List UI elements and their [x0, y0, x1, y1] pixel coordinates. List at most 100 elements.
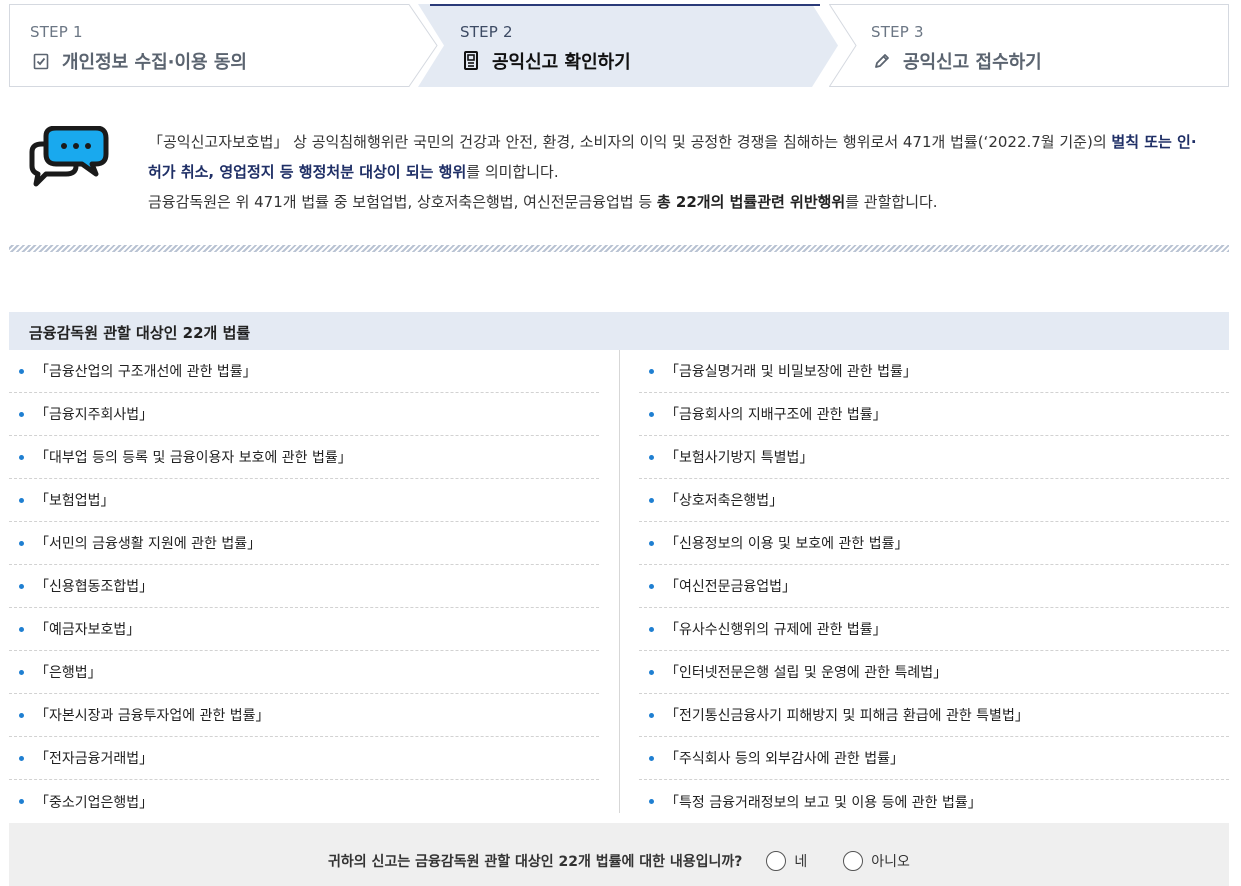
bullet-icon	[649, 712, 654, 718]
law-name: 「금융회사의 지배구조에 관한 법률」	[665, 407, 887, 423]
step-2-title-row: 공익신고 확인하기	[460, 48, 631, 74]
list-item: 「전기통신금융사기 피해방지 및 피해금 환급에 관한 특별법」	[639, 694, 1229, 737]
step-3: STEP 3 공익신고 접수하기	[829, 4, 1229, 87]
step-1-title: 개인정보 수집·이용 동의	[62, 52, 247, 73]
law-name: 「보험사기방지 특별법」	[665, 450, 814, 466]
bullet-icon	[649, 411, 654, 417]
intro-p2-text: 금융감독원은 위 471개 법률 중 보험업법, 상호저축은행법, 여신전문금융…	[148, 193, 657, 211]
list-item: 「여신전문금융업법」	[639, 565, 1229, 608]
list-item: 「보험사기방지 특별법」	[639, 436, 1229, 479]
hatched-divider	[9, 245, 1229, 252]
intro-p2-end: 를 관할합니다.	[845, 193, 938, 211]
step-1-title-row: 개인정보 수집·이용 동의	[30, 48, 247, 74]
law-name: 「중소기업은행법」	[35, 794, 154, 811]
law-name: 「특정 금융거래정보의 보고 및 이용 등에 관한 법률」	[665, 794, 982, 811]
list-item: 「특정 금융거래정보의 보고 및 이용 등에 관한 법률」	[639, 780, 1229, 823]
list-item: 「서민의 금융생활 지원에 관한 법률」	[9, 522, 599, 565]
bullet-icon	[649, 454, 654, 460]
chat-bubbles-icon	[26, 125, 110, 190]
step-2-background	[418, 4, 838, 87]
radio-no[interactable]: 아니오	[843, 851, 910, 871]
step-1: STEP 1 개인정보 수집·이용 동의	[9, 4, 439, 87]
step-1-background	[9, 4, 438, 87]
step-3-title: 공익신고 접수하기	[903, 52, 1042, 73]
checkbox-icon	[30, 50, 52, 72]
law-name: 「은행법」	[35, 665, 102, 681]
law-name: 「대부업 등의 등록 및 금융이용자 보호에 관한 법률」	[35, 450, 352, 466]
law-name: 「전기통신금융사기 피해방지 및 피해금 환급에 관한 특별법」	[665, 708, 1029, 724]
law-name: 「금융지주회사법」	[35, 407, 154, 423]
step-2-number: STEP 2	[460, 23, 513, 41]
law-name: 「상호저축은행법」	[665, 493, 784, 509]
bullet-icon	[649, 540, 654, 546]
list-item: 「신용정보의 이용 및 보호에 관한 법률」	[639, 522, 1229, 565]
step-2-title: 공익신고 확인하기	[492, 52, 631, 73]
step-1-number: STEP 1	[30, 23, 83, 41]
step-3-number: STEP 3	[871, 23, 924, 41]
law-name: 「자본시장과 금융투자업에 관한 법률」	[35, 708, 270, 724]
list-item: 「금융실명거래 및 비밀보장에 관한 법률」	[639, 350, 1229, 393]
intro-paragraph-2: 금융감독원은 위 471개 법률 중 보험업법, 상호저축은행법, 여신전문금융…	[148, 187, 1208, 217]
list-item: 「상호저축은행법」	[639, 479, 1229, 522]
list-item: 「신용협동조합법」	[9, 565, 599, 608]
bullet-icon	[649, 626, 654, 632]
list-item: 「자본시장과 금융투자업에 관한 법률」	[9, 694, 599, 737]
law-name: 「여신전문금융업법」	[665, 579, 797, 595]
list-item: 「예금자보호법」	[9, 608, 599, 651]
law-name: 「신용정보의 이용 및 보호에 관한 법률」	[665, 536, 909, 552]
pencil-icon	[871, 50, 893, 72]
law-name: 「주식회사 등의 외부감사에 관한 법률」	[665, 751, 904, 767]
radio-yes[interactable]: 네	[766, 851, 807, 871]
law-name: 「전자금융거래법」	[35, 751, 154, 767]
question-bar: 귀하의 신고는 금융감독원 관할 대상인 22개 법률에 대한 내용입니까? 네…	[9, 823, 1229, 886]
law-list-left: 「금융산업의 구조개선에 관한 법률」 「금융지주회사법」「대부업 등의 등록 및…	[9, 350, 599, 823]
bullet-icon	[19, 755, 24, 761]
radio-no-circle[interactable]	[843, 851, 864, 871]
radio-no-label: 아니오	[871, 854, 910, 870]
bullet-icon	[19, 454, 24, 460]
list-item: 「대부업 등의 등록 및 금융이용자 보호에 관한 법률」	[9, 436, 599, 479]
list-item: 「은행법」	[9, 651, 599, 694]
law-name: 「유사수신행위의 규제에 관한 법률」	[665, 622, 887, 638]
step-2: STEP 2 공익신고 확인하기	[418, 4, 838, 87]
bullet-icon	[19, 626, 24, 632]
intro-p1-text: 「공익신고자보호법」 상 공익침해행위란 국민의 건강과 안전, 환경, 소비자…	[148, 133, 1112, 151]
bullet-icon	[19, 712, 24, 718]
law-name: 「인터넷전문은행 설립 및 운영에 관한 특례법」	[665, 665, 948, 681]
bullet-icon	[649, 497, 654, 503]
bullet-icon	[19, 799, 24, 804]
bullet-icon	[649, 799, 654, 804]
law-name: 「보험업법」	[35, 493, 115, 509]
step-progress: STEP 1 개인정보 수집·이용 동의 STEP 2 공익신고 확인하기 ST…	[9, 4, 1229, 87]
law-name: 「예금자보호법」	[35, 622, 141, 638]
bullet-icon	[19, 583, 24, 589]
list-item: 「중소기업은행법」	[9, 780, 599, 823]
radio-yes-label: 네	[794, 854, 808, 870]
document-icon	[460, 50, 482, 72]
bullet-icon	[649, 755, 654, 761]
bullet-icon	[649, 583, 654, 589]
bullet-icon	[19, 411, 24, 417]
list-item: 「금융지주회사법」	[9, 393, 599, 436]
question-text: 귀하의 신고는 금융감독원 관할 대상인 22개 법률에 대한 내용입니까?	[328, 854, 743, 870]
bullet-icon	[19, 497, 24, 503]
bullet-icon	[649, 669, 654, 675]
intro-paragraph-1: 「공익신고자보호법」 상 공익침해행위란 국민의 건강과 안전, 환경, 소비자…	[148, 127, 1208, 187]
law-name: 「금융실명거래 및 비밀보장에 관한 법률」	[665, 364, 917, 380]
radio-yes-circle[interactable]	[766, 851, 787, 871]
law-name: 「금융산업의 구조개선에 관한 법률」	[35, 364, 257, 380]
list-item: 「금융회사의 지배구조에 관한 법률」	[639, 393, 1229, 436]
bullet-icon	[19, 669, 24, 675]
list-item: 「인터넷전문은행 설립 및 운영에 관한 특례법」	[639, 651, 1229, 694]
column-divider	[619, 350, 620, 813]
list-item: 「유사수신행위의 규제에 관한 법률」	[639, 608, 1229, 651]
step-3-title-row: 공익신고 접수하기	[871, 48, 1042, 74]
law-name: 「신용협동조합법」	[35, 579, 154, 595]
bullet-icon	[19, 368, 24, 374]
bullet-icon	[649, 368, 654, 374]
law-name: 「서민의 금융생활 지원에 관한 법률」	[35, 536, 262, 552]
list-item: 「전자금융거래법」	[9, 737, 599, 780]
intro-p1-end: 를 의미합니다.	[466, 163, 559, 181]
bullet-icon	[19, 540, 24, 546]
intro-description: 「공익신고자보호법」 상 공익침해행위란 국민의 건강과 안전, 환경, 소비자…	[148, 127, 1208, 217]
